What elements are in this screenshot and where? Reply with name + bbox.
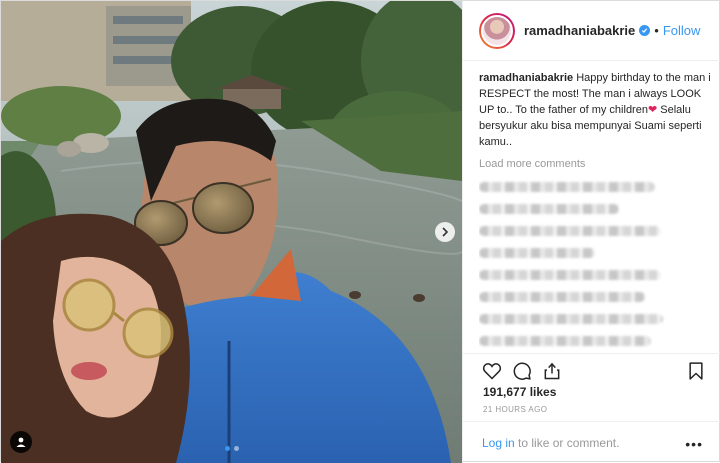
blurred-comment bbox=[479, 248, 595, 258]
tagged-users-button[interactable] bbox=[10, 431, 32, 453]
follow-button[interactable]: Follow bbox=[663, 23, 701, 38]
blurred-comment bbox=[479, 314, 663, 324]
blurred-comment bbox=[479, 336, 651, 346]
post-side-panel: ramadhaniabakrie • Follow ramadhaniabakr… bbox=[462, 1, 720, 463]
share-button[interactable] bbox=[541, 360, 563, 382]
share-icon bbox=[544, 362, 560, 380]
comment-button[interactable] bbox=[511, 360, 533, 382]
header-separator: • bbox=[654, 23, 659, 38]
avatar bbox=[481, 14, 513, 47]
carousel-indicator bbox=[1, 446, 462, 451]
carousel-next-button[interactable] bbox=[435, 222, 455, 242]
post-caption: ramadhaniabakrie Happy birthday to the m… bbox=[479, 70, 711, 150]
post-header: ramadhaniabakrie • Follow bbox=[463, 1, 720, 61]
login-prompt: Log in to like or comment. bbox=[482, 436, 619, 450]
blurred-comment bbox=[479, 270, 661, 280]
avatar-story-ring[interactable] bbox=[479, 12, 515, 49]
heart-outline-icon bbox=[482, 363, 502, 380]
comments-section: ramadhaniabakrie Happy birthday to the m… bbox=[479, 70, 711, 350]
chevron-right-icon bbox=[442, 227, 449, 237]
comment-bubble-icon bbox=[513, 362, 531, 380]
post-timestamp[interactable]: 21 HOURS AGO bbox=[483, 405, 547, 414]
more-options-icon[interactable]: ••• bbox=[685, 436, 703, 452]
carousel-dot bbox=[224, 446, 230, 451]
header-username[interactable]: ramadhaniabakrie bbox=[524, 23, 635, 38]
instagram-post: ramadhaniabakrie • Follow ramadhaniabakr… bbox=[0, 0, 720, 463]
selfie-scene-image bbox=[1, 1, 462, 463]
verified-badge-icon bbox=[639, 25, 651, 36]
blurred-comment bbox=[479, 292, 645, 302]
blurred-comment bbox=[479, 226, 661, 236]
login-prompt-suffix: to like or comment. bbox=[514, 435, 620, 450]
load-more-comments-button[interactable]: Load more comments bbox=[479, 158, 711, 170]
bookmark-icon bbox=[689, 362, 703, 380]
post-footer: Log in to like or comment. ••• bbox=[463, 421, 720, 463]
post-actions-bar bbox=[463, 353, 720, 385]
like-count[interactable]: 191,677 likes bbox=[483, 385, 556, 399]
login-link[interactable]: Log in bbox=[482, 436, 515, 450]
post-photo[interactable] bbox=[1, 1, 462, 463]
blurred-comment bbox=[479, 204, 619, 214]
save-button[interactable] bbox=[685, 360, 707, 382]
caption-username[interactable]: ramadhaniabakrie bbox=[479, 72, 573, 84]
like-button[interactable] bbox=[481, 360, 503, 382]
user-tag-icon bbox=[16, 437, 26, 447]
carousel-dot bbox=[233, 446, 239, 451]
blurred-comment bbox=[479, 182, 655, 192]
red-heart-emoji: ❤ bbox=[647, 104, 658, 116]
